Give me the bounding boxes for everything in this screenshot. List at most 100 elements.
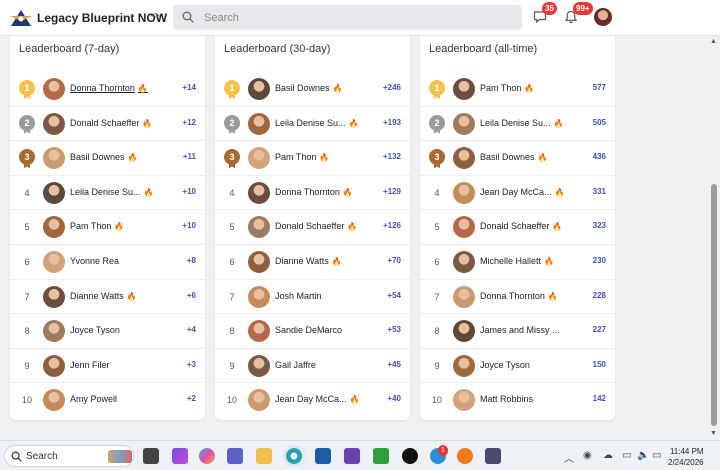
member-name[interactable]: Sandie DeMarco xyxy=(275,325,342,335)
member-name[interactable]: Donald Schaeffer 🔥 xyxy=(275,221,357,231)
member-avatar[interactable] xyxy=(43,320,65,343)
leaderboard-row[interactable]: 3 Pam Thon 🔥 +132 xyxy=(215,141,410,176)
copilot-icon[interactable] xyxy=(199,448,215,464)
member-name[interactable]: Leila Denise Su... 🔥 xyxy=(275,118,359,128)
member-name[interactable]: Josh Martin xyxy=(275,291,322,301)
member-avatar[interactable] xyxy=(43,112,65,135)
cloud-icon[interactable]: ☁ xyxy=(603,450,613,461)
member-avatar[interactable] xyxy=(43,181,65,204)
member-name[interactable]: Leila Denise Su... 🔥 xyxy=(70,187,154,197)
leaderboard-row[interactable]: 2 Leila Denise Su... 🔥 505 xyxy=(420,107,615,142)
member-avatar[interactable] xyxy=(248,251,270,273)
member-name[interactable]: Yvonne Rea xyxy=(70,256,119,266)
member-name[interactable]: Basil Downes 🔥 xyxy=(70,152,138,162)
leaderboard-row[interactable]: 4 Donna Thornton 🔥 +129 xyxy=(215,176,410,211)
leaderboard-row[interactable]: 7 Dianne Watts 🔥 +6 xyxy=(10,280,205,315)
member-avatar[interactable] xyxy=(248,147,270,170)
leaderboard-row[interactable]: 6 Dianne Watts 🔥 +70 xyxy=(215,245,410,280)
leaderboard-row[interactable]: 6 Michelle Hallett 🔥 230 xyxy=(420,245,615,280)
leaderboard-row[interactable]: 10 Jean Day McCa... 🔥 +40 xyxy=(215,383,410,418)
leaderboard-row[interactable]: 8 James and Missy ... 227 xyxy=(420,314,615,349)
logo-icon[interactable] xyxy=(10,8,32,28)
member-name[interactable]: Dianne Watts 🔥 xyxy=(70,291,137,301)
member-name[interactable]: Donna Thornton 🔥 xyxy=(480,291,558,301)
member-avatar[interactable] xyxy=(453,181,475,204)
member-avatar[interactable] xyxy=(43,354,65,377)
widgets-icon[interactable] xyxy=(172,448,188,464)
taskbar-search[interactable]: Search xyxy=(4,445,134,467)
member-name[interactable]: Donna Thornton 🔥 xyxy=(275,187,353,197)
member-avatar[interactable] xyxy=(43,78,65,100)
member-avatar[interactable] xyxy=(453,285,475,308)
leaderboard-row[interactable]: 8 Joyce Tyson +4 xyxy=(10,314,205,349)
app-name[interactable]: Legacy Blueprint NOW xyxy=(37,11,167,25)
leaderboard-row[interactable]: 2 Leila Denise Su... 🔥 +193 xyxy=(215,107,410,142)
leaderboard-row[interactable]: 9 Jenn Filer +3 xyxy=(10,349,205,384)
member-avatar[interactable] xyxy=(43,389,65,412)
system-clock[interactable]: 11:44 PM 2/24/2026 xyxy=(668,446,704,468)
member-name[interactable]: Dianne Watts 🔥 xyxy=(275,256,342,266)
chevron-up-icon[interactable]: ︿ xyxy=(564,450,574,465)
member-name[interactable]: Joyce Tyson xyxy=(70,325,120,335)
member-name[interactable]: Jean Day McCa... 🔥 xyxy=(480,187,565,197)
leaderboard-row[interactable]: 1 Pam Thon 🔥 577 xyxy=(420,72,615,107)
member-name[interactable]: Amy Powell xyxy=(70,394,117,404)
xbox-icon[interactable] xyxy=(373,448,389,464)
edge-browser-icon[interactable] xyxy=(286,448,302,464)
member-name[interactable]: Pam Thon 🔥 xyxy=(480,83,534,93)
leaderboard-row[interactable]: 1 Basil Downes 🔥 +246 xyxy=(215,72,410,107)
member-name[interactable]: Joyce Tyson xyxy=(480,360,530,370)
member-avatar[interactable] xyxy=(248,320,270,343)
workspace-switcher-icon[interactable]: ︿ ﹀ xyxy=(150,9,160,26)
member-name[interactable]: Jean Day McCa... 🔥 xyxy=(275,394,360,404)
member-name[interactable]: Jenn Filer xyxy=(70,360,110,370)
member-name[interactable]: Leila Denise Su... 🔥 xyxy=(480,118,564,128)
member-avatar[interactable] xyxy=(43,285,65,308)
display-icon[interactable]: ▭ xyxy=(622,450,631,461)
battery-icon[interactable]: ▭ xyxy=(652,450,661,461)
member-avatar[interactable] xyxy=(453,320,475,343)
member-name[interactable]: Matt Robbins xyxy=(480,394,533,404)
member-avatar[interactable] xyxy=(453,78,475,100)
member-avatar[interactable] xyxy=(248,112,270,135)
calculator-icon[interactable] xyxy=(485,448,501,464)
member-avatar[interactable] xyxy=(248,78,270,100)
member-name[interactable]: James and Missy ... xyxy=(480,325,560,335)
member-name[interactable]: Pam Thon 🔥 xyxy=(70,221,124,231)
member-name[interactable]: Basil Downes 🔥 xyxy=(275,83,343,93)
leaderboard-row[interactable]: 3 Basil Downes 🔥 +11 xyxy=(10,141,205,176)
volume-icon[interactable]: 🔈 xyxy=(637,450,649,461)
member-avatar[interactable] xyxy=(248,181,270,204)
member-avatar[interactable] xyxy=(248,354,270,377)
leaderboard-row[interactable]: 5 Donald Schaeffer 🔥 323 xyxy=(420,210,615,245)
member-avatar[interactable] xyxy=(453,251,475,273)
member-avatar[interactable] xyxy=(453,147,475,170)
leaderboard-row[interactable]: 7 Donna Thornton 🔥 228 xyxy=(420,280,615,315)
tiktok-icon[interactable] xyxy=(402,448,418,464)
leaderboard-row[interactable]: 5 Donald Schaeffer 🔥 +126 xyxy=(215,210,410,245)
member-avatar[interactable] xyxy=(248,216,270,239)
messages-button[interactable]: 35 xyxy=(533,2,557,29)
member-name[interactable]: Donna Thornton 🔥 xyxy=(70,83,148,93)
scrollbar-thumb[interactable] xyxy=(711,184,717,426)
leaderboard-row[interactable]: 7 Josh Martin +54 xyxy=(215,280,410,315)
leaderboard-row[interactable]: 4 Jean Day McCa... 🔥 331 xyxy=(420,176,615,211)
scroll-down-icon[interactable]: ▼ xyxy=(710,430,717,437)
scroll-up-icon[interactable]: ▲ xyxy=(710,38,717,45)
member-avatar[interactable] xyxy=(453,354,475,377)
member-avatar[interactable] xyxy=(453,216,475,239)
member-name[interactable]: Michelle Hallett 🔥 xyxy=(480,256,554,266)
leaderboard-row[interactable]: 5 Pam Thon 🔥 +10 xyxy=(10,210,205,245)
member-name[interactable]: Pam Thon 🔥 xyxy=(275,152,329,162)
leaderboard-row[interactable]: 8 Sandie DeMarco +53 xyxy=(215,314,410,349)
member-avatar[interactable] xyxy=(43,147,65,170)
member-name[interactable]: Gail Jaffre xyxy=(275,360,316,370)
vlc-icon[interactable] xyxy=(457,448,473,464)
leaderboard-row[interactable]: 6 Yvonne Rea +8 xyxy=(10,245,205,280)
member-name[interactable]: Donald Schaeffer 🔥 xyxy=(480,221,562,231)
member-name[interactable]: Donald Schaeffer 🔥 xyxy=(70,118,152,128)
member-avatar[interactable] xyxy=(248,285,270,308)
member-name[interactable]: Basil Downes 🔥 xyxy=(480,152,548,162)
leaderboard-row[interactable]: 4 Leila Denise Su... 🔥 +10 xyxy=(10,176,205,211)
teams-icon[interactable] xyxy=(227,448,243,464)
